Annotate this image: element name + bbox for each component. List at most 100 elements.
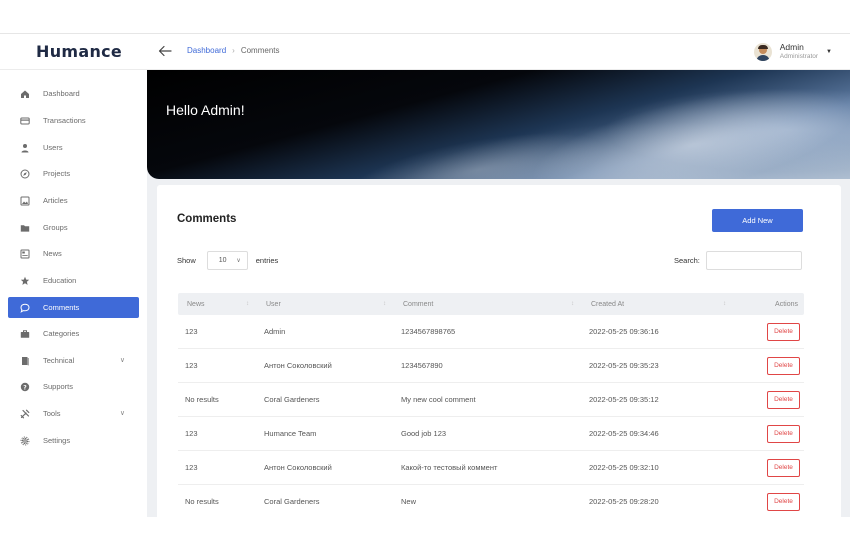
- entries-select[interactable]: 10 ∨: [206, 251, 248, 270]
- cell-created-at: 2022-05-25 09:34:46: [589, 429, 659, 438]
- cell-news: No results: [185, 497, 219, 506]
- delete-button[interactable]: Delete: [767, 492, 800, 511]
- cell-news: No results: [185, 395, 219, 404]
- table-row: 123 Антон Соколовский Какой-то тестовый ко…: [178, 451, 804, 485]
- breadcrumb-current: Comments: [240, 46, 280, 55]
- sidebar-item-label: Education: [43, 276, 77, 285]
- sidebar-item-transactions[interactable]: Transactions: [8, 110, 139, 131]
- sidebar-item-news[interactable]: News: [8, 243, 139, 264]
- sidebar-item-projects[interactable]: Projects: [8, 163, 139, 184]
- cell-user: Humance Team: [264, 429, 317, 438]
- sidebar-item-comments[interactable]: Comments: [8, 297, 139, 318]
- sidebar-item-categories[interactable]: Categories: [8, 323, 139, 344]
- compass-icon: [20, 169, 30, 179]
- cell-news: 123: [185, 361, 198, 370]
- chevron-down-icon: ∨: [236, 258, 241, 264]
- sidebar-item-label: Comments: [43, 303, 80, 312]
- star-icon: [20, 276, 30, 286]
- cell-user: Coral Gardeners: [264, 497, 320, 506]
- top-header: Humance Dashboard › Comments Admin Adminis…: [0, 34, 850, 70]
- column-header-created-at[interactable]: Created At ↕: [582, 301, 734, 308]
- user-menu[interactable]: Admin Administrator ▼: [753, 39, 832, 65]
- comments-card: Comments Add New Show 10 ∨ entries Searc…: [157, 185, 841, 517]
- entries-label: entries: [255, 256, 279, 265]
- search-label: Search:: [674, 256, 700, 265]
- sidebar-item-technical[interactable]: Technical ∨: [8, 350, 139, 371]
- add-new-button[interactable]: Add New: [712, 209, 803, 232]
- app-logo[interactable]: Humance: [36, 42, 122, 61]
- sidebar-item-label: Articles: [43, 196, 68, 205]
- cell-created-at: 2022-05-25 09:36:16: [589, 327, 659, 336]
- sidebar-item-tools[interactable]: Tools ∨: [8, 403, 139, 424]
- cell-actions: Delete: [734, 322, 804, 341]
- column-header-comment[interactable]: Comment ↕: [394, 301, 582, 308]
- card-icon: [20, 116, 30, 126]
- table-row: 123 Humance Team Good job 123 2022-05-25 09…: [178, 417, 804, 451]
- sidebar-item-label: Users: [43, 143, 63, 152]
- newspaper-icon: [20, 249, 30, 259]
- cell-user: Антон Соколовский: [264, 361, 332, 370]
- cell-created-at: 2022-05-25 09:28:20: [589, 497, 659, 506]
- sidebar-item-supports[interactable]: ? Supports: [8, 376, 139, 397]
- table-row: No results Coral Gardeners My new cool com…: [178, 383, 804, 417]
- entries-value: 10: [218, 257, 227, 264]
- show-label: Show: [177, 256, 196, 265]
- cell-created-at: 2022-05-25 09:35:23: [589, 361, 659, 370]
- delete-button[interactable]: Delete: [767, 424, 800, 443]
- sidebar-item-dashboard[interactable]: Dashboard: [8, 83, 139, 104]
- sidebar-item-settings[interactable]: Settings: [8, 430, 139, 451]
- column-header-news[interactable]: News ↕: [178, 301, 257, 308]
- table-row: 123 Антон Соколовский 1234567890 2022-05-25…: [178, 349, 804, 383]
- breadcrumb-dashboard-link[interactable]: Dashboard: [187, 46, 226, 55]
- cell-news: 123: [185, 327, 198, 336]
- delete-button[interactable]: Delete: [767, 458, 800, 477]
- sort-icon: ↕: [246, 300, 249, 307]
- cell-comment: 1234567898765: [401, 327, 456, 336]
- hero-greeting: Hello Admin!: [166, 102, 245, 118]
- sidebar-item-label: Groups: [43, 223, 68, 232]
- back-arrow-icon[interactable]: [157, 43, 173, 59]
- tools-icon: [20, 409, 30, 419]
- column-header-user[interactable]: User ↕: [257, 301, 394, 308]
- entries-control: Show 10 ∨ entries: [177, 251, 278, 270]
- caret-down-icon: ▼: [826, 49, 832, 55]
- table-body: 123 Admin 1234567898765 2022-05-25 09:36:16…: [178, 315, 804, 517]
- cell-comment: 1234567890: [401, 361, 443, 370]
- cell-news: 123: [185, 429, 198, 438]
- sidebar-item-label: Tools: [43, 409, 61, 418]
- delete-button[interactable]: Delete: [767, 356, 800, 375]
- comment-icon: [20, 303, 30, 313]
- comments-table: News ↕ User ↕ Comment ↕ Created At ↕ Actions…: [178, 293, 804, 517]
- search-input[interactable]: [705, 251, 802, 270]
- sidebar-item-education[interactable]: Education: [8, 270, 139, 291]
- sidebar-item-users[interactable]: Users: [8, 137, 139, 158]
- delete-button[interactable]: Delete: [767, 322, 800, 341]
- sidebar-item-label: Settings: [43, 436, 71, 445]
- briefcase-icon: [20, 329, 30, 339]
- sort-icon: ↕: [723, 300, 726, 307]
- chevron-down-icon: ∨: [119, 357, 125, 364]
- sidebar-item-label: Transactions: [43, 116, 86, 125]
- home-icon: [20, 89, 30, 99]
- user-icon: [20, 143, 30, 153]
- column-header-actions: Actions: [775, 300, 798, 308]
- sidebar-item-groups[interactable]: Groups: [8, 217, 139, 238]
- user-role: Administrator: [779, 53, 819, 61]
- hero-banner: Hello Admin!: [147, 70, 850, 179]
- cell-created-at: 2022-05-25 09:35:12: [589, 395, 659, 404]
- sidebar-item-label: Projects: [43, 169, 71, 178]
- cell-actions: Delete: [734, 356, 804, 375]
- avatar: [753, 43, 772, 61]
- sort-icon: ↕: [571, 300, 574, 307]
- cell-actions: Delete: [734, 492, 804, 511]
- sidebar-item-label: Supports: [43, 382, 74, 391]
- cell-news: 123: [185, 463, 198, 472]
- cell-comment: New: [401, 497, 417, 506]
- cell-created-at: 2022-05-25 09:32:10: [589, 463, 659, 472]
- delete-button[interactable]: Delete: [767, 390, 800, 409]
- cell-comment: Какой-то тестовый коммент: [401, 463, 498, 472]
- sidebar-item-articles[interactable]: Articles: [8, 190, 139, 211]
- folder-icon: [20, 223, 30, 233]
- cell-comment: Good job 123: [401, 429, 447, 438]
- sort-icon: ↕: [383, 300, 386, 307]
